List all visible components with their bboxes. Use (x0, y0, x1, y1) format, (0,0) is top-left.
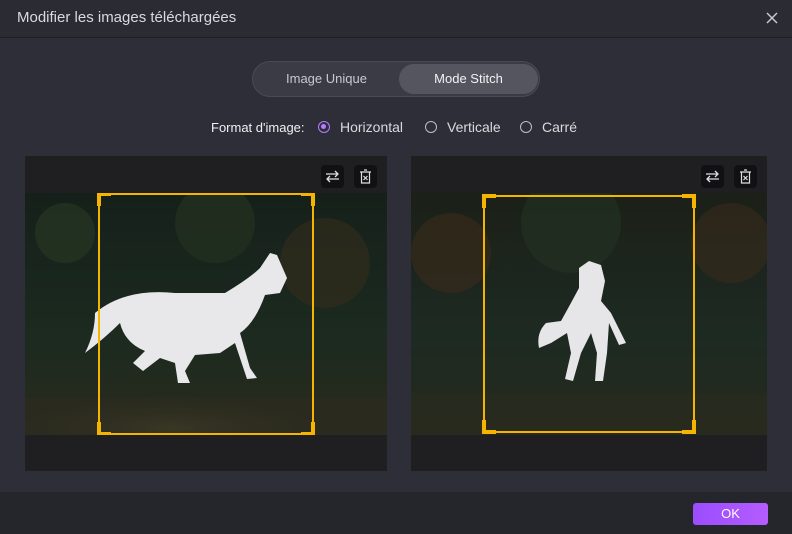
swap-button[interactable] (701, 165, 724, 188)
image-panel-2 (411, 156, 767, 471)
delete-button[interactable] (354, 165, 377, 188)
crop-handle[interactable] (682, 420, 696, 434)
dialog-footer: OK (0, 492, 792, 534)
crop-frame[interactable] (97, 193, 315, 435)
swap-icon (326, 170, 339, 183)
title-bar: Modifier les images téléchargées (0, 0, 792, 38)
crop-handle[interactable] (301, 193, 315, 206)
swap-button[interactable] (321, 165, 344, 188)
close-button[interactable] (764, 10, 780, 26)
horse-photo-1 (25, 193, 387, 435)
delete-icon (360, 169, 371, 184)
delete-button[interactable] (734, 165, 757, 188)
radio-dot (318, 121, 330, 133)
crop-handle[interactable] (482, 194, 496, 208)
window-title: Modifier les images téléchargées (17, 9, 237, 26)
image-panel-1 (25, 156, 387, 471)
crop-handle[interactable] (97, 422, 111, 435)
radio-dot (425, 121, 437, 133)
radio-dot (520, 121, 532, 133)
crop-handle[interactable] (97, 193, 111, 206)
tab-mode-stitch[interactable]: Mode Stitch (399, 64, 538, 94)
format-label: Format d'image: (211, 120, 305, 135)
crop-handle[interactable] (301, 422, 315, 435)
tab-image-unique[interactable]: Image Unique (256, 64, 397, 94)
crop-handle[interactable] (482, 420, 496, 434)
format-row: Format d'image: Horizontal Verticale Car… (0, 118, 792, 138)
radio-label: Carré (542, 119, 578, 135)
swap-icon (706, 170, 719, 183)
horse-photo-2 (411, 193, 767, 435)
dialog-content: Image Unique Mode Stitch Format d'image:… (0, 38, 792, 492)
crop-handle[interactable] (682, 194, 696, 208)
delete-icon (740, 169, 751, 184)
crop-frame[interactable] (482, 194, 696, 434)
close-icon (766, 12, 778, 24)
radio-label: Verticale (447, 119, 501, 135)
mode-toggle: Image Unique Mode Stitch (252, 61, 540, 97)
radio-label: Horizontal (340, 119, 404, 135)
ok-button[interactable]: OK (693, 503, 768, 525)
